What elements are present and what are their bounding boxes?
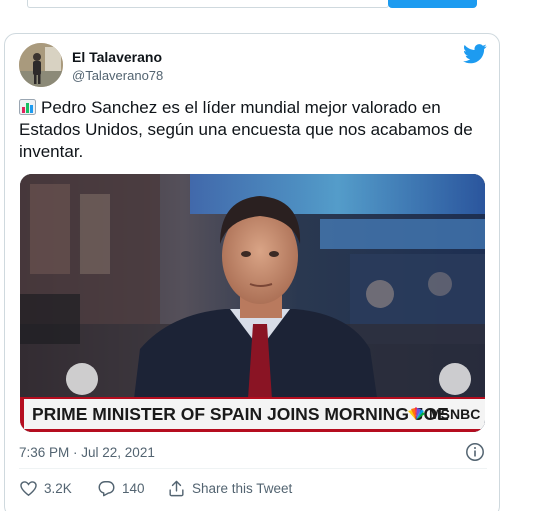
msnbc-peacock-icon [408,407,425,420]
reply-count: 140 [122,481,145,496]
share-label: Share this Tweet [192,481,293,496]
studio-scene [20,174,485,432]
author-avatar[interactable] [19,43,63,87]
msnbc-logo: MSNBC [406,402,480,426]
heart-icon [20,481,37,497]
tweet-media-image[interactable]: PRIME MINISTER OF SPAIN JOINS MORNING JO… [20,174,485,432]
like-button[interactable]: 3.2K [19,479,72,498]
share-button[interactable]: Share this Tweet [167,479,292,498]
info-icon[interactable] [465,442,485,462]
like-count: 3.2K [44,481,72,496]
reply-icon [98,481,115,497]
share-icon [169,480,184,497]
network-name: MSNBC [429,406,481,422]
reply-button[interactable]: 140 [97,479,145,498]
lower-third-accent [20,399,24,431]
tweet-text: Pedro Sanchez es el líder mundial mejor … [19,97,489,163]
twitter-bird-icon[interactable] [463,44,487,64]
embedded-tweet-card[interactable]: El Talaverano @Talaverano78 Pedro Sanche… [4,33,500,511]
author-name[interactable]: El Talaverano [72,49,162,65]
tweet-text-content: Pedro Sanchez es el líder mundial mejor … [19,98,473,161]
news-headline: PRIME MINISTER OF SPAIN JOINS MORNING JO… [32,404,449,424]
bar-chart-emoji-icon [19,99,36,115]
previous-input-field[interactable] [27,0,389,8]
lower-third-red-strip [20,429,485,432]
previous-submit-button[interactable] [388,0,477,8]
tweet-timestamp[interactable]: 7:36 PM · Jul 22, 2021 [19,445,155,460]
actions-divider [19,468,487,469]
author-handle[interactable]: @Talaverano78 [72,68,163,83]
news-lower-third: PRIME MINISTER OF SPAIN JOINS MORNING JO… [20,397,485,431]
